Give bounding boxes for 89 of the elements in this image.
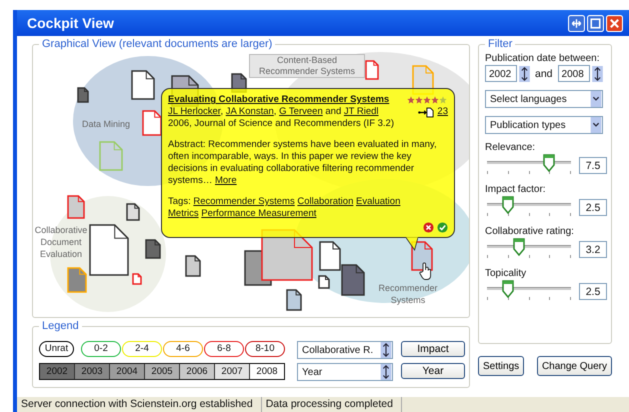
sort-button[interactable]: Impact xyxy=(401,341,465,357)
tag-link[interactable]: Evaluation xyxy=(356,196,400,207)
rating-color-chip: 6-8 xyxy=(204,341,244,357)
publication-info: 2006, Journal of Science and Recommenders (IF 3.2) xyxy=(168,118,396,130)
slider-label: Impact factor: xyxy=(485,184,547,196)
sort-dropdown[interactable]: Collaborative R. xyxy=(297,341,393,359)
and-label: and xyxy=(535,68,553,80)
year-shade-chip: 2007 xyxy=(215,364,250,379)
slider-label: Relevance: xyxy=(485,142,536,154)
tags-line: Tags: Recommender Systems Collaboration Evaluation Metrics Performance Measurement xyxy=(168,196,402,220)
panel-title: Graphical View (relevant documents are larger) xyxy=(39,38,276,51)
cluster-label: Recommender Systems xyxy=(377,282,439,306)
slider-track[interactable] xyxy=(487,196,571,218)
slider-thumb[interactable] xyxy=(543,154,556,172)
more-link[interactable]: More xyxy=(214,175,237,186)
slider-track[interactable] xyxy=(487,238,571,260)
rating-color-chip: 0-2 xyxy=(81,341,121,357)
document-icon[interactable] xyxy=(286,289,302,311)
document-icon[interactable] xyxy=(126,203,140,221)
document-icon[interactable] xyxy=(77,87,89,103)
slider-track[interactable] xyxy=(487,154,571,176)
authors-line: JL Herlocker, JA Konstan, G Terveen and JT Riedl xyxy=(168,106,379,118)
document-title-link[interactable]: Evaluating Collaborative Recommender Systems xyxy=(168,94,390,106)
slider-thumb[interactable] xyxy=(502,196,514,214)
author-link[interactable]: JA Konstan xyxy=(226,106,274,117)
rating-color-chip: 8-10 xyxy=(245,341,285,357)
spinner-icon[interactable] xyxy=(592,66,603,82)
date-range-label: Publication date between: xyxy=(485,53,601,65)
panel-title: Legend xyxy=(39,320,82,333)
slider-value-field[interactable]: 2.5 xyxy=(579,198,607,216)
resize-icon[interactable] xyxy=(568,14,585,32)
document-icon[interactable] xyxy=(145,239,161,259)
query-button[interactable]: Change Query xyxy=(536,356,612,376)
spinner-icon[interactable] xyxy=(380,364,392,380)
author-link[interactable]: G Terveen xyxy=(279,106,323,117)
citation-icon xyxy=(418,106,434,118)
window-title: Cockpit View xyxy=(27,15,114,31)
rating-color-chip: Unrat xyxy=(39,341,74,357)
document-icon[interactable] xyxy=(131,70,155,100)
maximize-icon[interactable] xyxy=(587,14,604,32)
spinner-icon[interactable] xyxy=(380,342,392,358)
slider-label: Collaborative rating: xyxy=(485,226,575,238)
year-from-field[interactable]: 2002 xyxy=(485,65,517,82)
status-text: Server connection with Scienstein.org established xyxy=(17,397,262,412)
sort-button[interactable]: Year xyxy=(401,363,465,379)
document-icon[interactable] xyxy=(318,275,330,289)
year-shade-chip: 2002 xyxy=(40,364,75,379)
document-icon[interactable] xyxy=(341,264,365,296)
year-shade-chip: 2004 xyxy=(110,364,145,379)
rating-color-chip: 2-4 xyxy=(122,341,162,357)
abstract-text: Abstract: Recommender systems have been evaluated in many, often incomparable, ways. In this paper we review the key decisions in evaluating collaborative filtering recommender systems… More xyxy=(168,139,438,187)
document-icon[interactable] xyxy=(89,224,129,276)
hand-cursor-icon xyxy=(419,262,433,280)
cluster-label: Collaborative Document Evaluation xyxy=(34,224,88,260)
tag-link[interactable]: Metrics xyxy=(168,208,199,219)
author-link[interactable]: JL Herlocker xyxy=(168,106,220,117)
accept-icon[interactable] xyxy=(437,222,448,233)
slider-thumb[interactable] xyxy=(502,280,514,298)
query-button[interactable]: Settings xyxy=(478,356,524,376)
spinner-icon[interactable] xyxy=(519,66,530,82)
cluster-label: Data Mining xyxy=(80,118,132,130)
tag-link[interactable]: Collaboration xyxy=(297,196,354,207)
year-to-field[interactable]: 2008 xyxy=(558,65,590,82)
document-icon[interactable] xyxy=(142,110,162,136)
tag-link[interactable]: Performance Measurement xyxy=(201,208,316,219)
citation-count-link[interactable]: 23 xyxy=(437,106,448,118)
filter-dropdown[interactable]: Select languages xyxy=(485,90,603,108)
sort-dropdown[interactable]: Year xyxy=(297,363,393,381)
tag-link[interactable]: Recommender Systems xyxy=(193,196,295,207)
author-link[interactable]: JT Riedl xyxy=(344,106,379,117)
slider-value-field[interactable]: 7.5 xyxy=(579,156,607,174)
slider-track[interactable] xyxy=(487,280,571,302)
chevron-icon[interactable] xyxy=(590,117,602,133)
slider-value-field[interactable]: 2.5 xyxy=(579,282,607,300)
reject-icon[interactable] xyxy=(423,222,434,233)
rating-color-chip: 4-6 xyxy=(163,341,203,357)
filter-dropdown[interactable]: Publication types xyxy=(485,116,603,134)
close-icon[interactable] xyxy=(606,14,623,32)
year-shade-chip: 2006 xyxy=(180,364,215,379)
year-shade-chip: 2003 xyxy=(75,364,110,379)
chevron-icon[interactable] xyxy=(590,91,602,107)
slider-thumb[interactable] xyxy=(512,238,525,256)
year-shade-chip: 2005 xyxy=(145,364,180,379)
document-icon[interactable] xyxy=(319,241,341,271)
cluster-label: Content-Based Recommender Systems xyxy=(249,54,365,78)
slider-label: Topicality xyxy=(485,268,528,280)
slider-value-field[interactable]: 3.2 xyxy=(579,240,607,258)
status-text: Data processing completed xyxy=(262,397,402,412)
document-icon[interactable] xyxy=(185,255,201,277)
